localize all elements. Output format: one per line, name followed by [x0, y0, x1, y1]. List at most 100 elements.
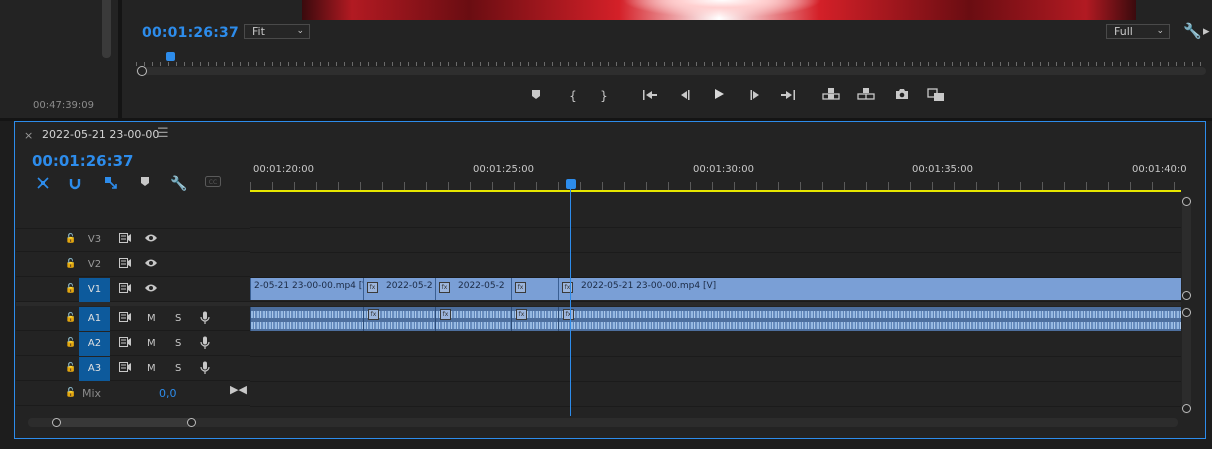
eye-icon[interactable] — [144, 283, 158, 296]
microphone-icon[interactable] — [200, 361, 210, 378]
program-mini-ruler[interactable] — [136, 56, 1206, 66]
timeline-zoom-thumb[interactable] — [54, 418, 194, 427]
program-zoom-handle[interactable] — [137, 66, 147, 76]
play-icon[interactable] — [710, 88, 728, 104]
audio-clip[interactable]: fx — [363, 307, 435, 331]
audio-tracks-scrollbar[interactable] — [1182, 307, 1191, 414]
mute-button[interactable]: M — [147, 313, 156, 324]
audio-clip[interactable] — [250, 307, 363, 331]
lock-icon[interactable]: 🔓 — [65, 259, 76, 269]
captions-icon[interactable]: CC — [205, 176, 221, 190]
zoom-handle-right[interactable] — [187, 418, 196, 427]
mute-button[interactable]: M — [147, 363, 156, 374]
solo-button[interactable]: S — [175, 363, 181, 374]
lane-a2[interactable] — [250, 332, 1181, 357]
nest-sequence-icon[interactable] — [35, 176, 51, 193]
sync-lock-icon[interactable] — [119, 258, 131, 271]
program-playhead[interactable] — [166, 52, 175, 61]
source-scrollbar[interactable] — [102, 0, 111, 58]
video-tracks-scrollbar[interactable] — [1182, 196, 1191, 300]
video-clip[interactable]: fx 2022-05-21 23-00-00.mp4 [V] — [558, 278, 1181, 300]
lock-icon[interactable]: 🔓 — [65, 338, 76, 348]
sync-lock-icon[interactable] — [119, 283, 131, 296]
marker-icon[interactable] — [527, 88, 545, 104]
timeline-playhead[interactable] — [566, 179, 576, 189]
go-to-in-icon[interactable] — [641, 88, 659, 104]
snap-magnet-icon[interactable] — [67, 176, 83, 193]
scrollbar-handle[interactable] — [1182, 291, 1191, 300]
timeline-zoom-scrollbar[interactable] — [28, 418, 1178, 427]
sync-lock-icon[interactable] — [119, 312, 131, 325]
track-header-v1[interactable]: 🔓 V1 — [16, 278, 250, 302]
lock-icon[interactable]: 🔓 — [65, 388, 76, 398]
sync-lock-icon[interactable] — [119, 362, 131, 375]
extract-icon[interactable] — [857, 88, 875, 104]
lock-icon[interactable]: 🔓 — [65, 234, 76, 244]
close-tab-icon[interactable]: × — [24, 129, 33, 142]
eye-icon[interactable] — [144, 258, 158, 271]
video-clip[interactable]: fx — [511, 278, 558, 300]
lock-icon[interactable]: 🔓 — [65, 284, 76, 294]
video-audio-divider[interactable] — [16, 302, 1181, 306]
linked-selection-icon[interactable] — [103, 176, 119, 193]
work-area-bar[interactable] — [250, 190, 1181, 192]
track-header-v2[interactable]: 🔓 V2 — [16, 253, 250, 277]
track-header-v3[interactable]: 🔓 V3 — [16, 228, 250, 252]
playback-resolution-select[interactable]: Full ⌄ — [1106, 24, 1170, 39]
track-name-v2[interactable]: V2 — [79, 253, 110, 277]
comparison-icon[interactable] — [927, 88, 945, 104]
video-clip[interactable]: 2-05-21 23-00-00.mp4 [V] — [250, 278, 363, 300]
timeline-timecode[interactable]: 00:01:26:37 — [32, 152, 134, 170]
step-forward-icon[interactable] — [746, 88, 764, 104]
more-icon[interactable]: ▸ — [1203, 24, 1210, 39]
microphone-icon[interactable] — [200, 336, 210, 353]
lift-icon[interactable] — [822, 88, 840, 104]
eye-icon[interactable] — [144, 233, 158, 246]
track-name-a1[interactable]: A1 — [79, 307, 110, 331]
lock-icon[interactable]: 🔓 — [65, 313, 76, 323]
video-clip[interactable]: fx 2022-05-2 — [363, 278, 435, 300]
microphone-icon[interactable] — [200, 311, 210, 328]
step-back-icon[interactable] — [676, 88, 694, 104]
lane-a3[interactable] — [250, 357, 1181, 382]
track-header-a1[interactable]: 🔓 A1 M S — [16, 307, 250, 331]
lock-icon[interactable]: 🔓 — [65, 363, 76, 373]
sync-lock-icon[interactable] — [119, 337, 131, 350]
mix-volume-value[interactable]: 0,0 — [159, 387, 177, 400]
solo-button[interactable]: S — [175, 338, 181, 349]
mark-out-icon[interactable]: } — [595, 88, 613, 104]
audio-clip[interactable]: fx — [558, 307, 1181, 331]
mark-in-icon[interactable]: { — [564, 88, 582, 104]
program-timecode[interactable]: 00:01:26:37 — [142, 25, 239, 41]
camera-icon[interactable] — [893, 88, 911, 104]
track-header-a3[interactable]: 🔓 A3 M S — [16, 357, 250, 381]
sequence-tab-title[interactable]: 2022-05-21 23-00-00 — [42, 128, 159, 141]
go-to-out-icon[interactable] — [779, 88, 797, 104]
panel-menu-icon[interactable]: ☰ — [157, 126, 169, 141]
audio-waveform — [559, 311, 1181, 318]
track-name-a3[interactable]: A3 — [79, 357, 110, 381]
zoom-handle-left[interactable] — [52, 418, 61, 427]
scrollbar-handle[interactable] — [1182, 308, 1191, 317]
go-to-end-icon[interactable]: ▶◀ — [230, 383, 247, 396]
track-header-a2[interactable]: 🔓 A2 M S — [16, 332, 250, 356]
mute-button[interactable]: M — [147, 338, 156, 349]
zoom-level-select[interactable]: Fit ⌄ — [244, 24, 310, 39]
settings-wrench-icon[interactable]: 🔧 — [1183, 22, 1202, 40]
solo-button[interactable]: S — [175, 313, 181, 324]
video-clip[interactable]: fx 2022-05-2 — [435, 278, 511, 300]
lane-v3[interactable] — [250, 228, 1181, 253]
track-name-a2[interactable]: A2 — [79, 332, 110, 356]
audio-clip[interactable]: fx — [511, 307, 558, 331]
timeline-settings-wrench-icon[interactable]: 🔧 — [170, 176, 187, 192]
scrollbar-handle[interactable] — [1182, 197, 1191, 206]
sync-lock-icon[interactable] — [119, 233, 131, 246]
track-name-v1[interactable]: V1 — [79, 278, 110, 302]
program-zoom-scrollbar[interactable] — [136, 67, 1206, 75]
add-marker-icon[interactable] — [137, 176, 153, 190]
ruler-label: 00:01:35:00 — [912, 164, 974, 175]
track-name-v3[interactable]: V3 — [79, 228, 110, 252]
scrollbar-handle[interactable] — [1182, 404, 1191, 413]
lane-v2[interactable] — [250, 253, 1181, 278]
audio-clip[interactable]: fx — [435, 307, 511, 331]
